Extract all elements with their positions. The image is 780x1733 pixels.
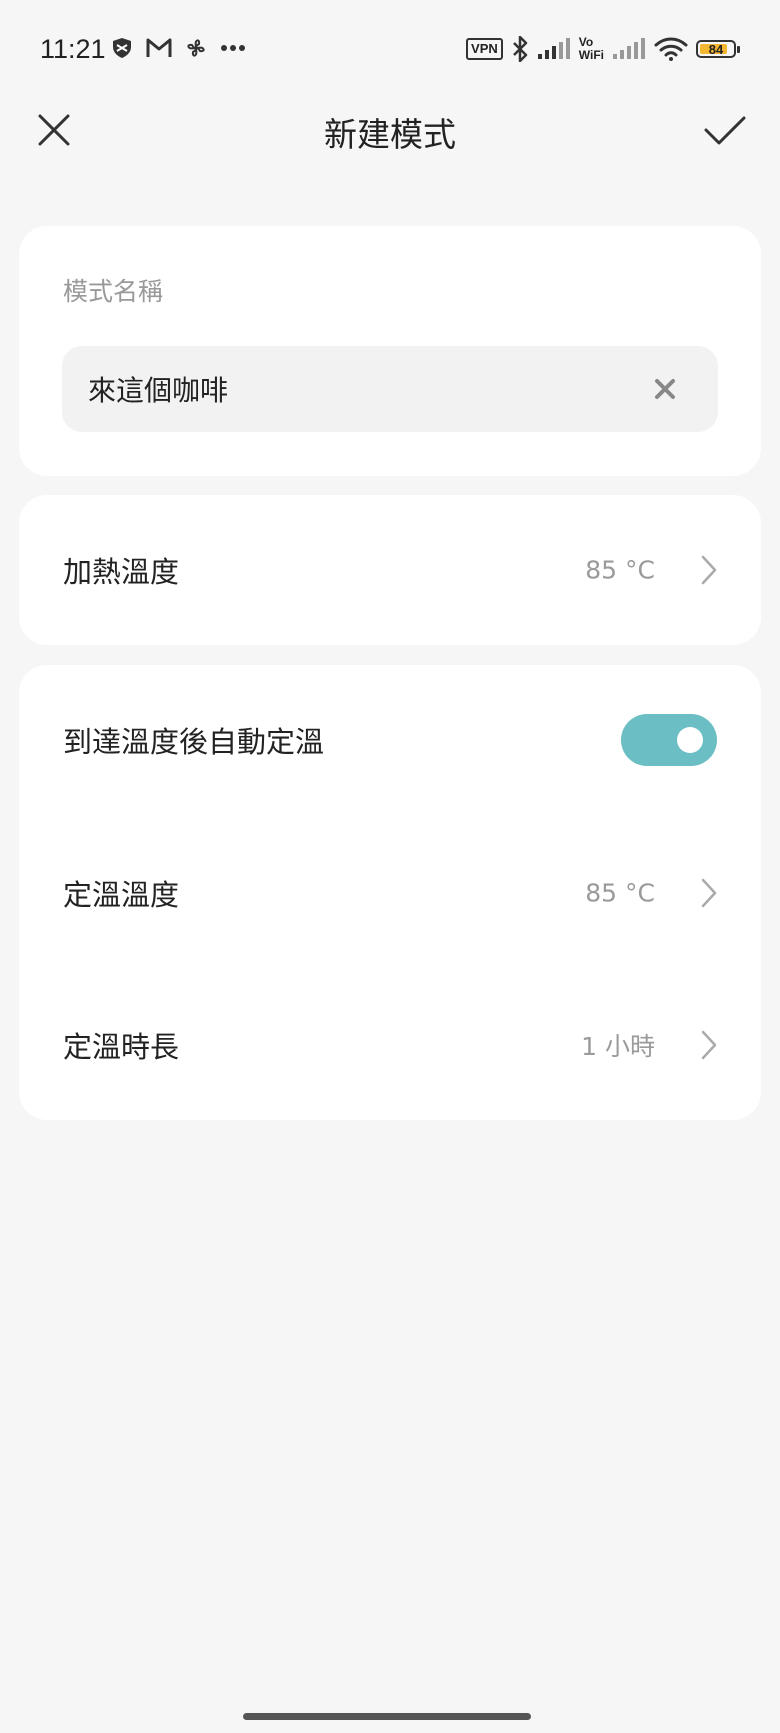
battery-level: 84 [708,41,724,57]
keep-temp-label: 定溫溫度 [63,878,180,912]
home-indicator[interactable] [243,1713,531,1720]
auto-keep-warm-toggle[interactable] [621,714,717,766]
vowifi-top: Vo [578,35,594,49]
keep-duration-row[interactable]: 定溫時長 1 小時 [19,995,761,1095]
status-bar: 11:21 VPN Vo WiFi 84 [0,0,780,100]
mode-name-card: 模式名稱 [19,226,761,476]
keep-duration-value: 1 小時 [581,1032,655,1061]
mode-name-field[interactable] [62,346,718,432]
system-icons: VPN Vo WiFi 84 [466,36,740,62]
chevron-right-icon [701,555,717,585]
signal-icon [537,38,570,59]
keep-temp-value: 85 °C [585,878,655,908]
mode-name-label: 模式名稱 [63,277,164,306]
keep-duration-label: 定溫時長 [63,1030,180,1064]
more-dots-icon [221,45,245,51]
vowifi-label: Vo WiFi [579,36,604,62]
status-time: 11:21 [40,34,106,64]
heat-temp-card: 加熱溫度 85 °C [19,495,761,645]
vpn-badge: VPN [466,38,503,60]
signal-2-icon [613,38,645,59]
bluetooth-icon [512,36,528,62]
keep-temp-row[interactable]: 定溫溫度 85 °C [19,843,761,943]
mode-name-input[interactable] [88,346,608,432]
page-title: 新建模式 [324,115,456,154]
keep-warm-card: 到達溫度後自動定溫 定溫溫度 85 °C 定溫時長 1 小時 [19,665,761,1120]
vowifi-bottom: WiFi [578,48,604,62]
heat-temp-row[interactable]: 加熱溫度 85 °C [19,520,761,620]
gmail-icon [146,38,172,57]
fan-icon [187,39,205,57]
auto-keep-warm-label: 到達溫度後自動定溫 [63,725,325,759]
toggle-knob [677,727,703,753]
title-bar: 新建模式 [0,90,780,170]
auto-keep-warm-row: 到達溫度後自動定溫 [19,690,761,790]
heat-temp-label: 加熱溫度 [63,555,180,589]
chevron-right-icon [701,1030,717,1060]
chevron-right-icon [701,878,717,908]
notification-icons [110,36,246,60]
wifi-icon [654,37,688,61]
clear-input-icon[interactable] [652,376,678,402]
battery-icon: 84 [696,40,740,58]
heat-temp-value: 85 °C [585,555,655,585]
shield-icon [113,38,131,58]
confirm-check-icon[interactable] [702,108,748,152]
